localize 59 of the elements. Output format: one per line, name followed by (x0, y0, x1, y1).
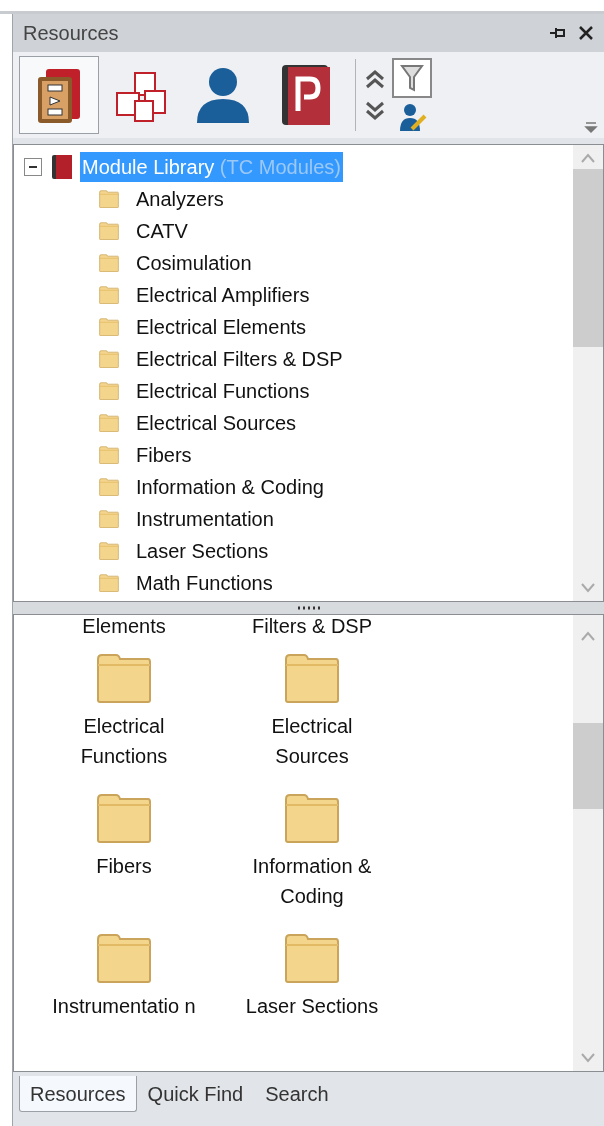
folder-icon (98, 222, 120, 240)
folder-icon (96, 793, 152, 843)
scrollbar[interactable] (573, 145, 603, 601)
book-icon (50, 154, 74, 180)
folder-label: Elements (82, 615, 166, 637)
folder-icon (98, 414, 120, 432)
tab[interactable]: Quick Find (136, 1076, 255, 1112)
expand-down-icon[interactable] (364, 100, 386, 122)
folder-icon (96, 933, 152, 983)
tab[interactable]: Search (254, 1076, 340, 1112)
expander-icon[interactable] (24, 158, 42, 176)
scrollbar[interactable] (573, 615, 603, 1071)
toolbar-button[interactable] (19, 56, 99, 134)
folder-icon (98, 286, 120, 304)
tree-item[interactable]: Electrical Filters & DSP (136, 344, 343, 374)
user-edit-icon[interactable] (398, 102, 428, 132)
folder-icon (98, 382, 120, 400)
folder-item[interactable]: Fibers (26, 779, 222, 919)
folder-icon (98, 542, 120, 560)
folder-icon (98, 510, 120, 528)
folder-item[interactable]: Laser Sections (222, 919, 402, 1059)
folder-icon (98, 350, 120, 368)
scrollbar-thumb[interactable] (573, 169, 603, 347)
collapse-up-icon[interactable] (364, 68, 386, 90)
tree-item[interactable]: Information & Coding (136, 472, 324, 502)
tree-item[interactable]: Laser Sections (136, 536, 269, 566)
folder-item[interactable]: Electrical Sources (222, 639, 402, 779)
tree-item[interactable]: CATV (136, 216, 188, 246)
folder-icon (96, 653, 152, 703)
folder-icon (284, 793, 340, 843)
tree-item[interactable]: Electrical Functions (136, 376, 310, 406)
folder-icon (98, 318, 120, 336)
tree-item[interactable]: Fibers (136, 440, 192, 470)
folder-item[interactable]: Instrumentatio n (26, 919, 222, 1059)
folder-icon (284, 933, 340, 983)
folder-icon (98, 190, 120, 208)
close-icon[interactable] (578, 25, 594, 41)
grip-icon[interactable] (296, 606, 321, 610)
filter-button[interactable] (392, 58, 432, 98)
folder-icon (284, 653, 340, 703)
folder-item[interactable]: Electrical Functions (26, 639, 222, 779)
panel-title: Resources (23, 21, 120, 46)
overflow-icon[interactable] (584, 120, 598, 134)
folder-icon (98, 446, 120, 464)
tree-item[interactable]: Electrical Amplifiers (136, 280, 310, 310)
scrollbar-thumb[interactable] (573, 723, 603, 809)
tree-item[interactable]: Electrical Elements (136, 312, 307, 342)
folder-icon (98, 478, 120, 496)
folder-icon (98, 574, 120, 592)
tree-item[interactable]: Cosimulation (136, 248, 252, 278)
tab[interactable]: Resources (19, 1076, 137, 1112)
tree-item[interactable]: Math Functions (136, 568, 273, 598)
folder-icon (98, 254, 120, 272)
tree-item[interactable]: Analyzers (136, 184, 224, 214)
folder-label: Filters & DSP (252, 615, 372, 637)
tree-item[interactable]: Instrumentation (136, 504, 274, 534)
folder-item[interactable]: Information & Coding (222, 779, 402, 919)
pin-icon[interactable] (548, 25, 566, 41)
tree-item[interactable]: Electrical Sources (136, 408, 297, 438)
